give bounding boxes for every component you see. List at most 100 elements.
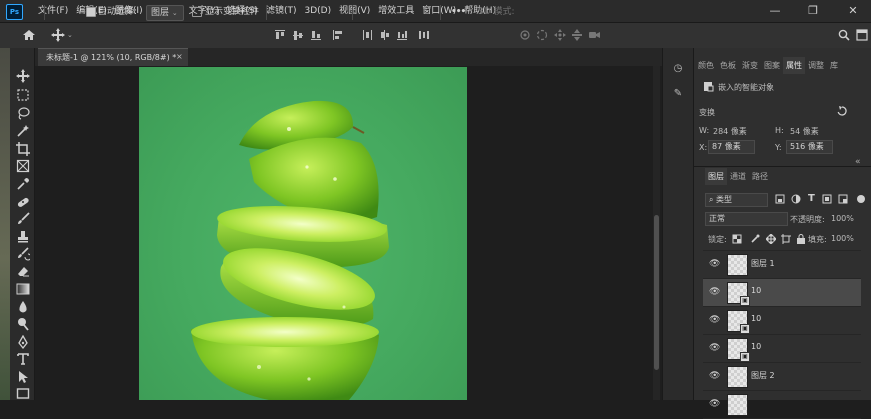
eye-icon[interactable]: 👁 (709, 371, 720, 381)
y-position-field[interactable]: 516 像素 (786, 140, 833, 154)
tab-patterns[interactable]: 图案 (761, 57, 783, 74)
lock-image-pixels-icon[interactable] (750, 234, 760, 244)
filter-shape-icon[interactable] (822, 194, 832, 204)
tab-libraries[interactable]: 库 (827, 57, 841, 74)
healing-brush-tool-icon[interactable] (16, 195, 30, 209)
layer-row[interactable]: 👁 (703, 391, 861, 419)
rectangle-tool-icon[interactable] (16, 387, 30, 401)
tab-channels[interactable]: 通道 (727, 168, 749, 185)
history-brush-tool-icon[interactable] (16, 247, 30, 261)
workspace-icon[interactable] (856, 29, 868, 41)
frame-tool-icon[interactable] (16, 159, 30, 173)
align-left-icon[interactable] (332, 29, 344, 41)
blend-mode-dropdown[interactable]: 正常 (705, 212, 788, 226)
eyedropper-tool-icon[interactable] (16, 177, 30, 191)
dodge-tool-icon[interactable] (16, 317, 30, 331)
marquee-tool-icon[interactable] (16, 88, 30, 102)
auto-select-checkbox[interactable] (86, 6, 96, 17)
opacity-value[interactable]: 100% (831, 214, 854, 223)
path-selection-tool-icon[interactable] (16, 370, 30, 384)
fill-value[interactable]: 100% (831, 234, 854, 243)
opacity-label: 不透明度: (790, 215, 825, 224)
crop-tool-icon[interactable] (16, 142, 30, 156)
pan-3d-icon[interactable] (554, 29, 566, 41)
menu-3d[interactable]: 3D(D) (300, 0, 335, 22)
gradient-tool-icon[interactable] (16, 282, 30, 296)
distribute-center-icon[interactable] (379, 29, 391, 41)
chevron-down-icon[interactable]: ⌄ (67, 31, 73, 39)
reset-transform-icon[interactable] (837, 106, 847, 116)
layer-row[interactable]: 👁 图层 2 (703, 363, 861, 391)
move-tool-icon[interactable] (51, 28, 65, 42)
magic-wand-tool-icon[interactable] (16, 124, 30, 138)
tab-paths[interactable]: 路径 (749, 168, 771, 185)
lock-transparent-pixels-icon[interactable] (732, 234, 742, 244)
eye-icon[interactable]: 👁 (709, 287, 720, 297)
lock-all-icon[interactable] (796, 234, 806, 244)
blur-tool-icon[interactable] (16, 300, 30, 314)
filter-smart-object-icon[interactable] (838, 194, 848, 204)
layer-row[interactable]: 👁 ▣ 10 (703, 279, 861, 307)
tab-adjustments[interactable]: 调整 (805, 57, 827, 74)
orbit-3d-icon[interactable] (519, 29, 531, 41)
align-bottom-icon[interactable] (310, 29, 322, 41)
distribute-bottom-icon[interactable] (396, 29, 408, 41)
vertical-scrollbar-thumb[interactable] (654, 215, 659, 370)
show-transform-checkbox[interactable] (192, 6, 202, 17)
menu-filter[interactable]: 滤镜(T) (262, 0, 301, 22)
distribute-horizontal-icon[interactable] (418, 29, 430, 41)
search-icon[interactable] (838, 29, 850, 41)
eye-icon[interactable]: 👁 (709, 399, 720, 409)
eraser-tool-icon[interactable] (16, 264, 30, 278)
show-transform-checkbox-wrap[interactable] (192, 5, 202, 20)
roll-3d-icon[interactable] (536, 29, 548, 41)
slide-3d-icon[interactable] (571, 29, 583, 41)
tab-gradients[interactable]: 渐变 (739, 57, 761, 74)
minimize-button[interactable]: — (760, 0, 790, 22)
tab-layers[interactable]: 图层 (705, 168, 727, 185)
lasso-tool-icon[interactable] (16, 106, 30, 120)
close-tab-icon[interactable]: × (176, 48, 186, 66)
tab-color[interactable]: 颜色 (695, 57, 717, 74)
menu-file[interactable]: 文件(F) (34, 0, 72, 22)
eye-icon[interactable]: 👁 (709, 259, 720, 269)
type-tool-icon[interactable] (16, 352, 30, 366)
layer-row[interactable]: 👁 图层 1 (703, 251, 861, 279)
tab-swatches[interactable]: 色板 (717, 57, 739, 74)
x-position-field[interactable]: 87 像素 (708, 140, 755, 154)
filter-pixel-icon[interactable] (775, 194, 785, 204)
clone-stamp-tool-icon[interactable] (16, 230, 30, 244)
history-panel-icon[interactable]: ◷ (672, 63, 684, 75)
filter-toggle-icon[interactable] (856, 194, 866, 204)
video-camera-3d-icon[interactable] (588, 29, 601, 41)
document-canvas[interactable] (139, 67, 467, 400)
eye-icon[interactable]: 👁 (709, 315, 720, 325)
more-options-button[interactable]: ••• (451, 5, 466, 20)
home-icon[interactable] (22, 29, 36, 41)
auto-select-checkbox-wrap[interactable] (86, 5, 96, 20)
document-tab[interactable]: 未标题-1 @ 121% (10, RGB/8#) * (38, 48, 188, 67)
menu-view[interactable]: 视图(V) (335, 0, 374, 22)
move-tool-icon[interactable] (16, 69, 30, 83)
restore-button[interactable]: ❐ (798, 0, 828, 22)
menu-plugins[interactable]: 增效工具 (374, 0, 418, 22)
tab-properties[interactable]: 属性 (783, 57, 805, 74)
pen-tool-icon[interactable] (16, 335, 30, 349)
filter-type-icon[interactable]: T (808, 193, 815, 204)
eye-icon[interactable]: 👁 (709, 343, 720, 353)
layer-row[interactable]: 👁 ▣ 10 (703, 307, 861, 335)
layer-filter-dropdown[interactable]: ⌕ 类型 (705, 193, 768, 207)
lock-position-icon[interactable] (766, 234, 776, 244)
filter-adjustment-icon[interactable] (791, 194, 801, 204)
align-top-icon[interactable] (274, 29, 286, 41)
layer-row[interactable]: 👁 ▣ 10 (703, 335, 861, 363)
distribute-top-icon[interactable] (362, 29, 374, 41)
auto-select-target-dropdown[interactable]: 图层 ⌄ (146, 5, 184, 21)
comments-panel-icon[interactable]: ✎ (672, 88, 684, 100)
align-vertical-center-icon[interactable] (292, 29, 304, 41)
height-value[interactable]: 54 像素 (790, 126, 819, 137)
close-window-button[interactable]: ✕ (838, 0, 868, 22)
width-value[interactable]: 284 像素 (713, 126, 747, 137)
lock-artboard-icon[interactable] (781, 234, 791, 244)
brush-tool-icon[interactable] (16, 212, 30, 226)
